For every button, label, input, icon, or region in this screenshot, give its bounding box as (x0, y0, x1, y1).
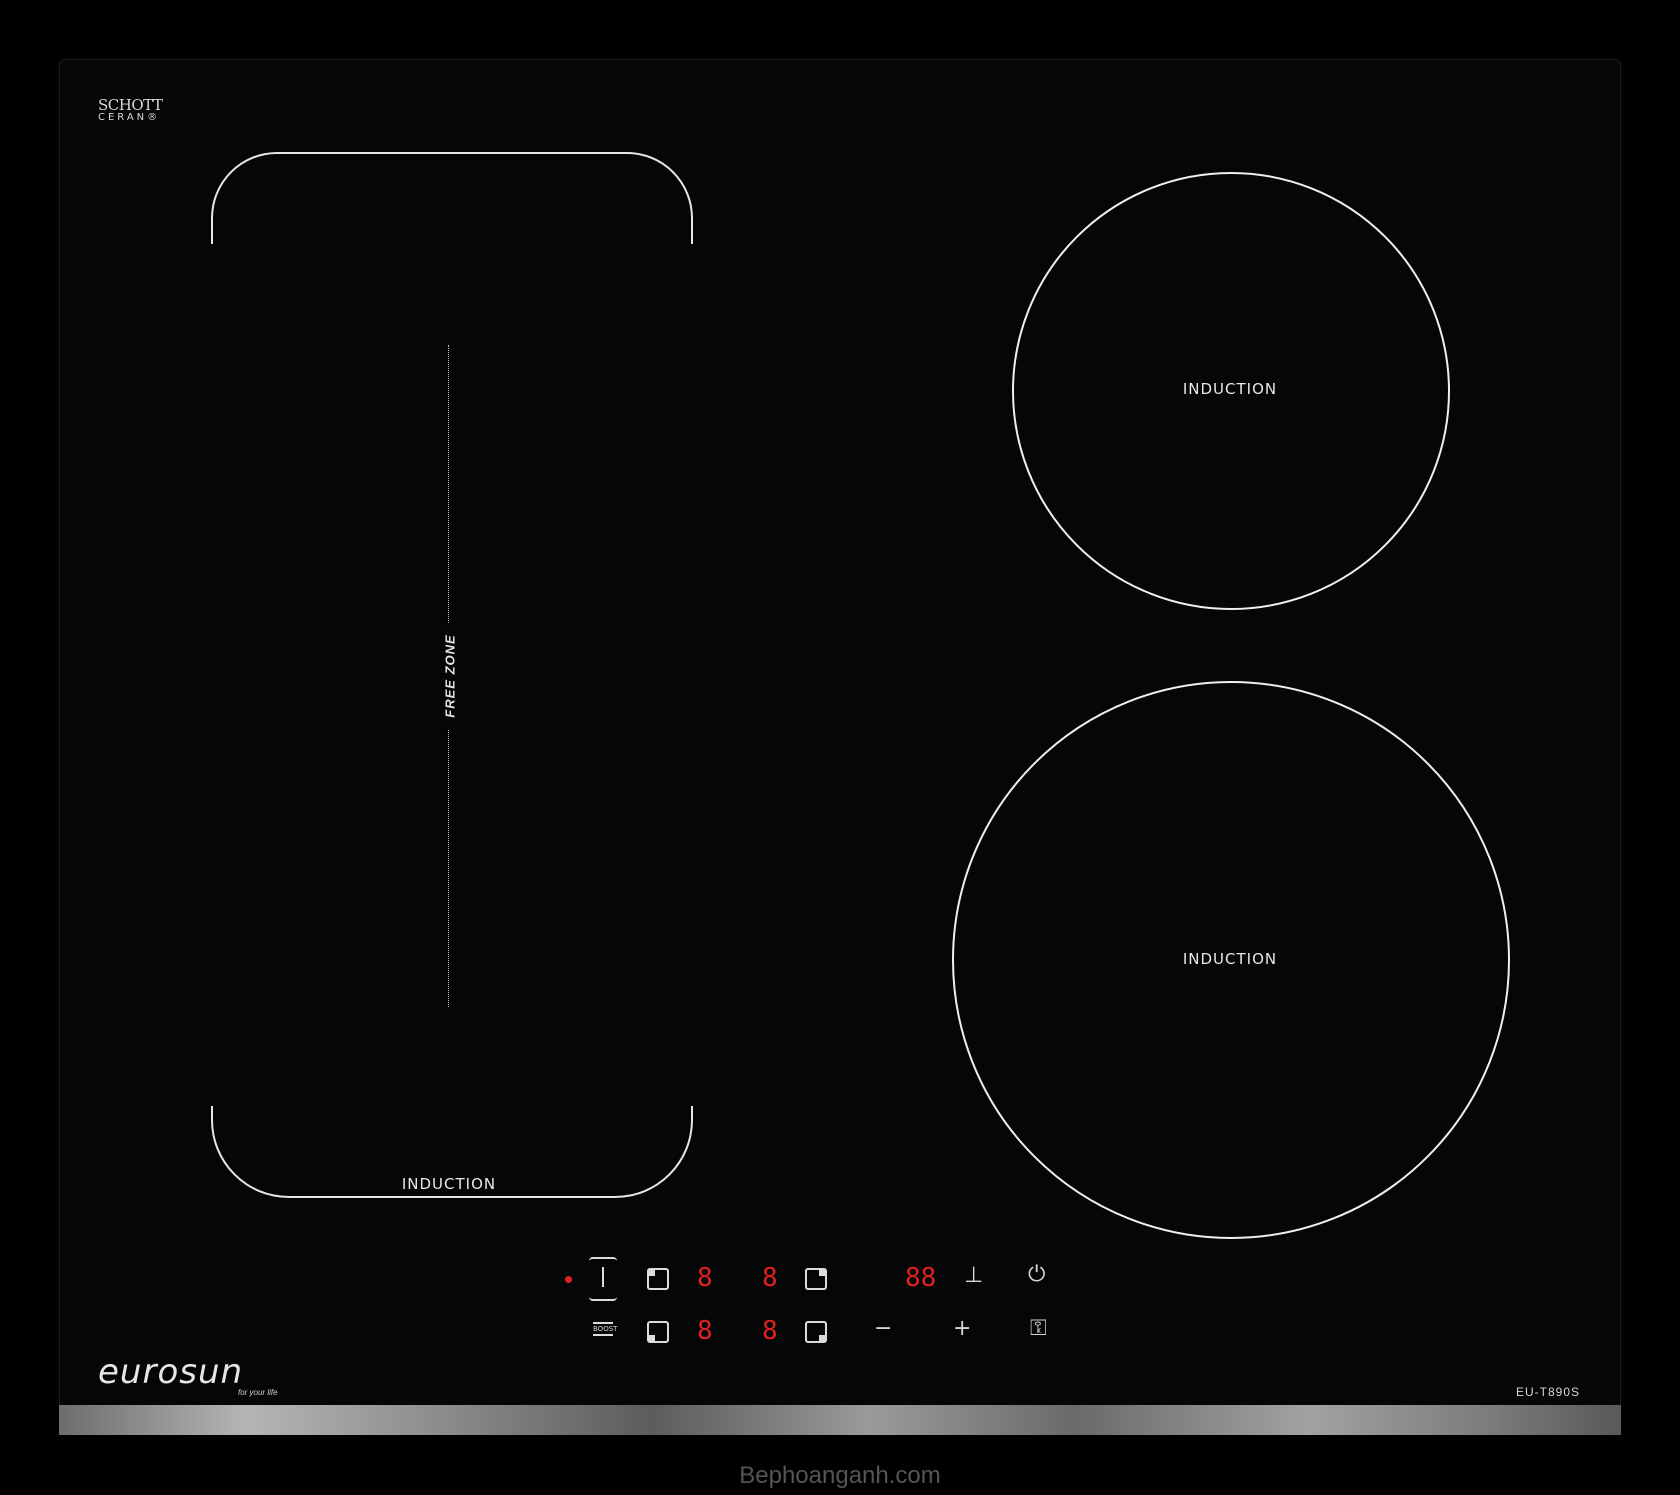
model-number: EU-T890S (1515, 1385, 1580, 1399)
display-left-bottom: 8 (697, 1316, 713, 1346)
flex-zone-label: INDUCTION (401, 1175, 497, 1193)
display-left-top: 8 (697, 1263, 713, 1293)
timer-icon[interactable]: ⊥ (964, 1265, 983, 1287)
zone-select-rear-left[interactable] (647, 1321, 669, 1343)
plus-button[interactable]: + (953, 1318, 971, 1340)
logo-tagline: for your life (238, 1388, 278, 1397)
power-icon[interactable]: ⏻ (1028, 1264, 1045, 1286)
burner-bottom-label: INDUCTION (1182, 950, 1278, 968)
burner-top-label: INDUCTION (1182, 380, 1278, 398)
display-right-bottom: 8 (762, 1316, 778, 1346)
indicator-dot (565, 1276, 572, 1283)
stainless-trim (59, 1405, 1621, 1435)
watermark: Bephoanganh.com (739, 1462, 941, 1489)
zone-select-front-left[interactable] (647, 1268, 669, 1290)
flex-zone-frame-top (211, 152, 693, 244)
flex-bridge-button[interactable] (589, 1257, 617, 1301)
schott-ceran-logo: SCHOTT CERAN® (98, 96, 163, 123)
timer-display: 88 (905, 1263, 937, 1293)
zone-select-rear-right[interactable] (805, 1321, 827, 1343)
schott-text: SCHOTT (98, 96, 163, 114)
eurosun-logo: eurosun (98, 1352, 244, 1392)
zone-select-front-right[interactable] (805, 1268, 827, 1290)
free-zone-label: FREE ZONE (442, 622, 458, 730)
minus-button[interactable]: − (874, 1318, 892, 1340)
boost-button[interactable]: BOOST (593, 1322, 617, 1336)
lock-icon[interactable]: ⚿ (1030, 1318, 1047, 1340)
display-right-top: 8 (762, 1263, 778, 1293)
ceran-text: CERAN® (98, 112, 161, 123)
